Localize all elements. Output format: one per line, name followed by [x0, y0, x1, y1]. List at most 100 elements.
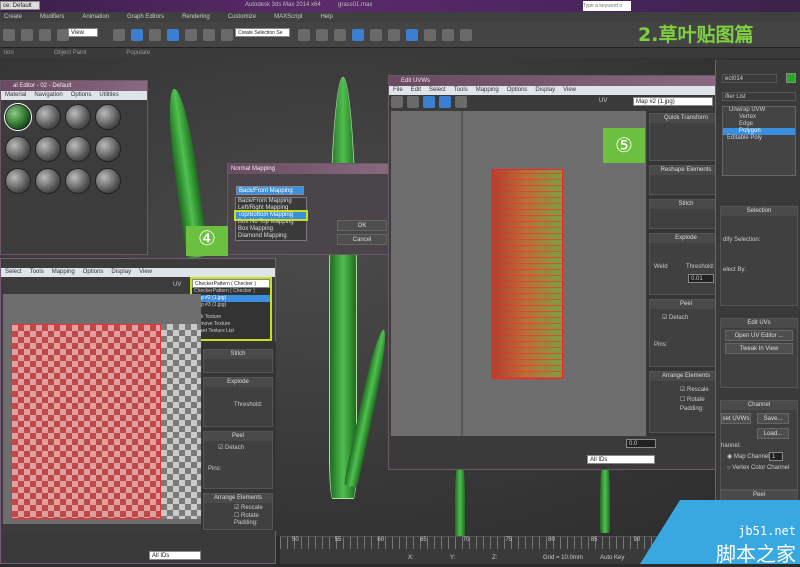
menu-modifiers[interactable]: Modifiers [40, 14, 64, 20]
menu-create[interactable]: Create [4, 14, 22, 20]
object-name-field[interactable]: ect014 [722, 74, 777, 83]
rotate-checkbox[interactable]: ☐ Rotate [680, 396, 705, 403]
rescale-checkbox[interactable]: ☑ Rescale [234, 504, 263, 511]
uv-label[interactable]: UV [599, 98, 607, 104]
menu-options[interactable]: Options [83, 268, 104, 277]
map-channel-radio[interactable]: ◉ Map Channel: [727, 453, 771, 460]
threshold-spinner[interactable]: 0.01 [688, 274, 714, 283]
menu-help[interactable]: Help [320, 14, 332, 20]
rotate-icon[interactable] [407, 96, 419, 108]
rotate-icon[interactable] [39, 29, 51, 41]
rollout-arrange-elements[interactable]: Arrange Elements [204, 494, 272, 503]
rollout-channel[interactable]: Channel [721, 401, 797, 410]
open-uv-editor-button[interactable]: Open UV Editor ... [725, 330, 793, 341]
stack-vertex[interactable]: Vertex [723, 114, 795, 121]
curve-editor-icon[interactable] [370, 29, 382, 41]
sample-slot[interactable] [95, 136, 121, 162]
sample-slot[interactable] [65, 104, 91, 130]
option-top-bottom[interactable]: Top/Bottom Mapping [234, 210, 308, 221]
select-manipulate-icon[interactable] [131, 29, 143, 41]
reset-uvws-button[interactable]: set UVWs [721, 413, 751, 424]
menu-view[interactable]: View [563, 86, 576, 95]
sample-slot[interactable] [35, 136, 61, 162]
scale-icon[interactable] [423, 96, 435, 108]
rotate-checkbox[interactable]: ☐ Rotate [234, 512, 259, 519]
sample-slot-selected[interactable] [4, 103, 32, 131]
menu-mapping[interactable]: Mapping [476, 86, 499, 95]
sample-slot[interactable] [65, 136, 91, 162]
element-id-dropdown[interactable]: All IDs [587, 455, 655, 464]
rescale-checkbox[interactable]: ☑ Rescale [680, 386, 709, 393]
vertex-color-channel-radio[interactable]: ○ Vertex Color Channel [727, 465, 789, 471]
rollout-arrange-elements[interactable]: Arrange Elements [650, 372, 722, 381]
material-editor-icon[interactable] [406, 29, 418, 41]
stack-edge[interactable]: Edge [723, 121, 795, 128]
menu-rendering[interactable]: Rendering [182, 14, 210, 20]
menu-animation[interactable]: Animation [82, 14, 109, 20]
menu-select[interactable]: Select [5, 268, 22, 277]
move-icon[interactable] [391, 96, 403, 108]
mapping-type-dropdown[interactable]: Back/Front Mapping [236, 186, 304, 195]
option-box-no-top[interactable]: Box No Top Mapping [236, 219, 306, 226]
menu-options[interactable]: Options [71, 91, 92, 100]
menu-tools[interactable]: Tools [30, 268, 44, 277]
menu-maxscript[interactable]: MAXScript [274, 14, 302, 20]
sample-slot[interactable] [5, 136, 31, 162]
mirror-icon[interactable] [298, 29, 310, 41]
value-spinner[interactable]: 0.0 [626, 439, 656, 448]
auto-key-button[interactable]: Auto Key [600, 555, 624, 561]
stack-unwrap-uvw[interactable]: Unwrap UVW [723, 107, 795, 114]
option-diamond[interactable]: Diamond Mapping [236, 233, 306, 240]
sample-slot[interactable] [35, 168, 61, 194]
pivot-icon[interactable] [113, 29, 125, 41]
scene-explorer-icon[interactable] [352, 29, 364, 41]
named-selection-dropdown[interactable]: Create Selection Se [235, 28, 290, 37]
move-icon[interactable] [21, 29, 33, 41]
reference-coord-dropdown[interactable]: View [68, 28, 98, 37]
render-setup-icon[interactable] [424, 29, 436, 41]
stack-polygon[interactable]: Polygon [723, 128, 795, 135]
freeform-icon[interactable] [439, 96, 451, 108]
option-reset-texture-list[interactable]: Reset Texture List [192, 328, 270, 335]
menu-navigation[interactable]: Navigation [34, 91, 62, 100]
load-button[interactable]: Load... [757, 428, 789, 439]
workspace-dropdown[interactable]: ce: Default [0, 1, 40, 10]
uv-canvas[interactable] [3, 294, 201, 524]
object-color-swatch[interactable] [786, 73, 796, 83]
option-back-front[interactable]: Back/Front Mapping [236, 198, 306, 205]
sample-slot[interactable] [95, 168, 121, 194]
modifier-list-dropdown[interactable]: ifier List [722, 92, 796, 101]
schematic-icon[interactable] [388, 29, 400, 41]
texture-dropdown[interactable]: Map #2 (1.jpg) [633, 97, 713, 106]
search-input[interactable] [583, 1, 631, 11]
ribbon-tab-modeling[interactable]: tion [4, 50, 14, 56]
sample-slot[interactable] [35, 104, 61, 130]
option-map-3[interactable]: Map #3 (1.jpg) [192, 302, 270, 309]
rollout-stitch[interactable]: Stitch [650, 200, 722, 209]
ok-button[interactable]: OK [337, 220, 387, 231]
menu-display[interactable]: Display [111, 268, 131, 277]
menu-display[interactable]: Display [535, 86, 555, 95]
percent-snap-icon[interactable] [185, 29, 197, 41]
rollout-quick-transform[interactable]: Quick Transform [650, 114, 722, 123]
rollout-peel[interactable]: Peel [650, 300, 722, 309]
menu-utilities[interactable]: Utilities [99, 91, 118, 100]
render-icon[interactable] [460, 29, 472, 41]
menu-select[interactable]: Select [429, 86, 446, 95]
option-remove-texture[interactable]: Remove Texture [192, 321, 270, 328]
element-id-dropdown[interactable]: All IDs [149, 551, 201, 560]
option-checker[interactable]: CheckerPattern ( Checker ) [192, 288, 270, 295]
menu-options[interactable]: Options [507, 86, 528, 95]
rollout-explode[interactable]: Explode [650, 234, 722, 243]
option-box[interactable]: Box Mapping [236, 226, 306, 233]
option-left-right[interactable]: Left/Right Mapping [236, 205, 306, 212]
sample-slot[interactable] [5, 168, 31, 194]
uv-islands[interactable] [491, 169, 563, 379]
menu-file[interactable]: File [393, 86, 403, 95]
menu-edit[interactable]: Edit [411, 86, 421, 95]
menu-customize[interactable]: Customize [228, 14, 256, 20]
sample-slot[interactable] [65, 168, 91, 194]
rollout-explode[interactable]: Explode [204, 378, 272, 387]
rollout-reshape-elements[interactable]: Reshape Elements [650, 166, 722, 175]
menu-view[interactable]: View [139, 268, 152, 277]
